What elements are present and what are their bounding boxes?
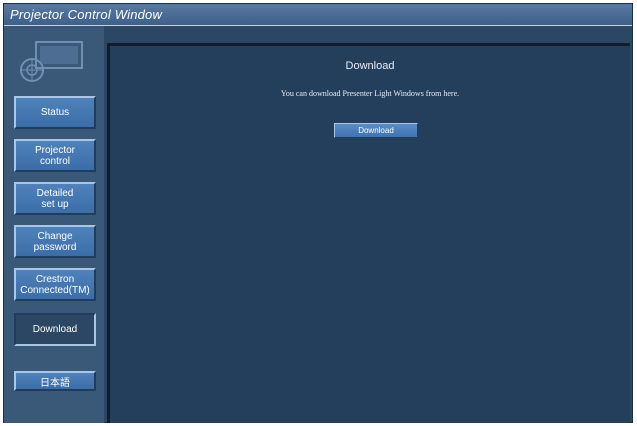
sidebar-item-status[interactable]: Status	[14, 96, 96, 129]
projector-logo-icon	[20, 41, 83, 82]
sidebar-item-change-password[interactable]: Change password	[14, 225, 96, 258]
sidebar: Status Projector control Detailed set up…	[4, 26, 104, 423]
main-content: Download You can download Presenter Ligh…	[107, 43, 630, 423]
sidebar-item-crestron-connected[interactable]: Crestron Connected(TM)	[14, 268, 96, 301]
download-message: You can download Presenter Light Windows…	[280, 89, 460, 98]
title-bar: Projector Control Window	[4, 4, 632, 26]
download-button[interactable]: Download	[334, 123, 418, 138]
page-title: Download	[345, 60, 395, 72]
sidebar-item-detailed-setup[interactable]: Detailed set up	[14, 182, 96, 215]
projector-control-window: Projector Control Window Status Projecto…	[3, 3, 633, 423]
sidebar-item-projector-control[interactable]: Projector control	[14, 139, 96, 172]
language-button[interactable]: 日本語	[14, 371, 96, 391]
sidebar-item-download[interactable]: Download	[14, 313, 96, 346]
window-title: Projector Control Window	[10, 7, 163, 22]
